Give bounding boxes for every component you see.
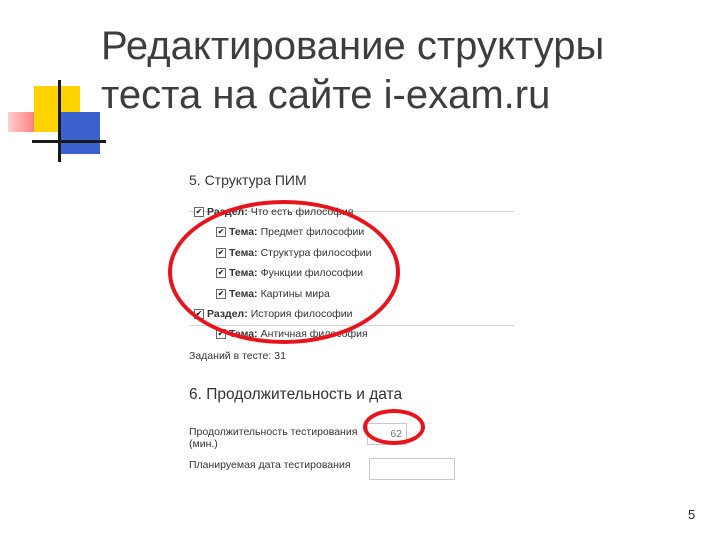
duration-label-line2: (мин.): [189, 438, 218, 450]
date-input[interactable]: [369, 458, 455, 480]
annotation-ellipse-duration: [363, 409, 425, 445]
logo-blue-square: [58, 112, 100, 154]
page-number: 5: [688, 507, 696, 522]
slide-title-line2: теста на сайте i-exam.ru: [101, 73, 551, 117]
duration-heading: 6. Продолжительность и дата: [189, 386, 403, 403]
duration-label-line1: Продолжительность тестирования: [189, 426, 358, 438]
slide-title-line1: Редактирование структуры: [101, 24, 605, 68]
checkbox-icon[interactable]: [194, 207, 204, 217]
logo-horizontal-line: [32, 140, 106, 143]
logo-vertical-line: [58, 80, 61, 162]
structure-heading: 5. Структура ПИМ: [189, 172, 307, 188]
slide-title: Редактирование структуры теста на сайте …: [101, 22, 701, 120]
annotation-ellipse-structure: [168, 200, 400, 344]
duration-label: Продолжительность тестирования (мин.): [189, 426, 357, 450]
date-label: Планируемая дата тестирования: [189, 459, 351, 471]
tasks-count: Заданий в тесте: 31: [189, 350, 286, 362]
